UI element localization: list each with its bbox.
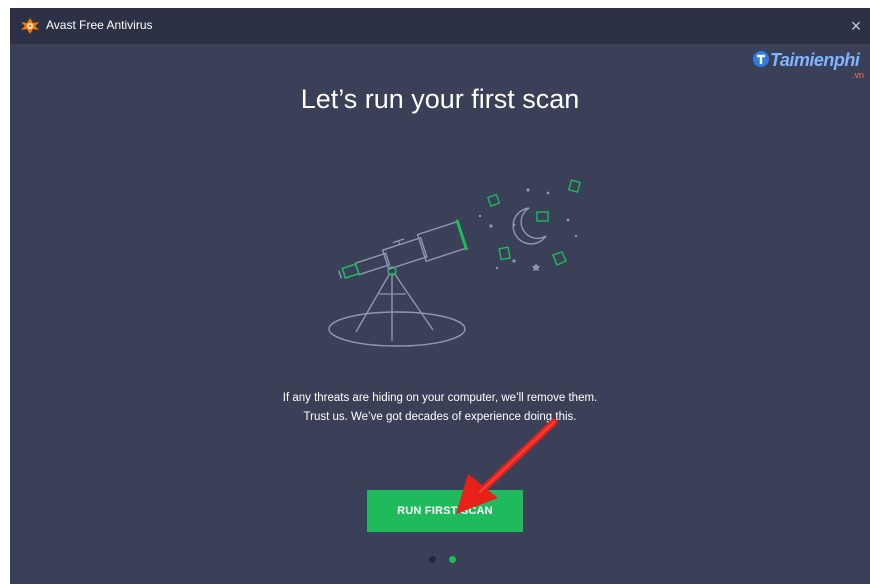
telescope-stars-icon	[328, 179, 581, 347]
pagination-dots	[427, 556, 467, 566]
avast-logo-icon	[21, 18, 39, 34]
description-line-1: If any threats are hiding on your comput…	[282, 392, 598, 404]
page-title: Let’s run your first scan	[300, 84, 580, 114]
run-first-scan-button[interactable]: RUN FIRST SCAN	[367, 490, 523, 532]
window-title: Avast Free Antivirus	[46, 18, 153, 32]
app-window: Avast Free Antivirus × Taimienphi .vn Le…	[10, 8, 870, 584]
watermark: Taimienphi .vn	[750, 46, 870, 86]
description-line-2: Trust us. We’ve got decades of experienc…	[303, 411, 577, 423]
close-button[interactable]: ×	[842, 8, 870, 44]
pagination-dot-1[interactable]	[429, 556, 436, 563]
description: If any threats are hiding on your comput…	[10, 389, 870, 427]
watermark-logo-icon	[753, 51, 769, 67]
title-bar: Avast Free Antivirus ×	[10, 8, 870, 44]
pagination-dot-2[interactable]	[449, 556, 456, 563]
watermark-domain: .vn	[851, 70, 864, 80]
watermark-text: Taimienphi	[770, 50, 860, 70]
